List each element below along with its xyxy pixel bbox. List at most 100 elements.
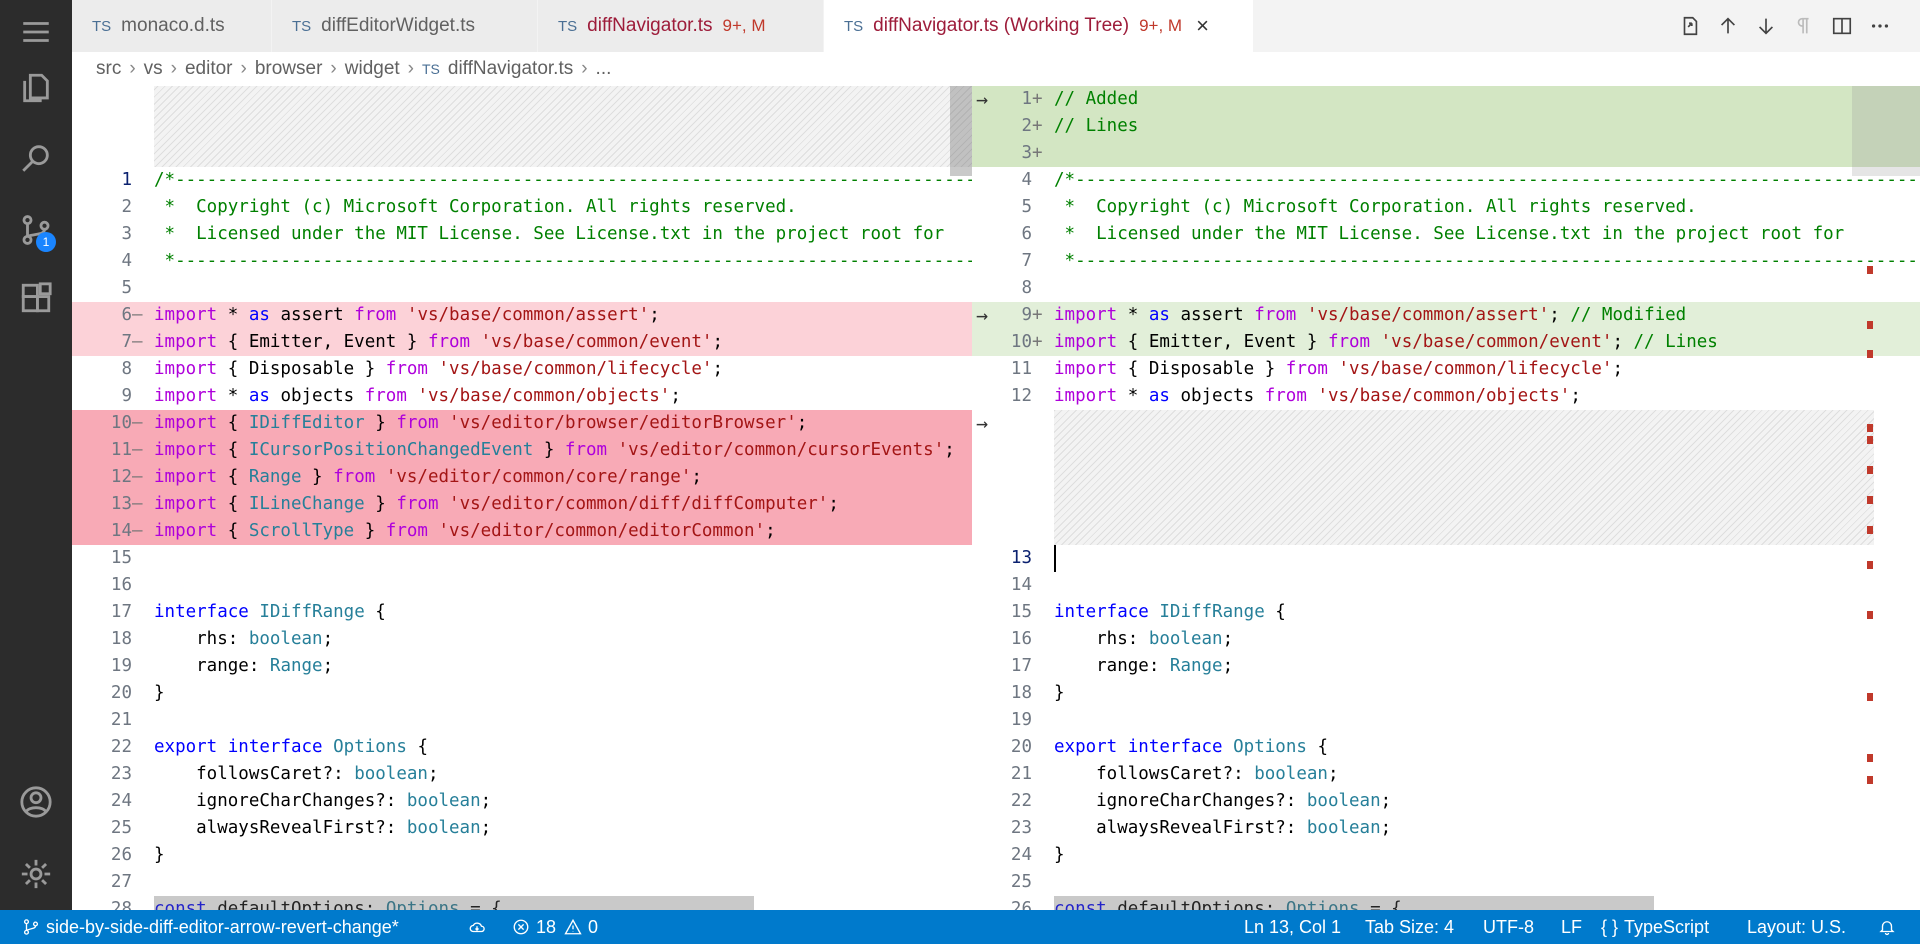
split-editor-icon[interactable] — [1826, 10, 1858, 42]
tab-monaco-d-ts[interactable]: TS monaco.d.ts — [72, 0, 272, 52]
search-icon[interactable] — [0, 126, 72, 190]
pilcrow-icon[interactable] — [1788, 10, 1820, 42]
code-line[interactable]: 13 — [972, 545, 1920, 572]
code-line[interactable]: 18 rhs: boolean; — [72, 626, 972, 653]
tab-diff-navigator[interactable]: TS diffNavigator.ts 9+, M — [538, 0, 824, 52]
close-icon[interactable]: × — [1196, 13, 1209, 39]
code-line[interactable]: 24} — [972, 842, 1920, 869]
original-editor-pane[interactable]: 1 /*-------------------------------------… — [72, 86, 972, 910]
code-line[interactable]: 22 ignoreCharChanges?: boolean; — [972, 788, 1920, 815]
code-line[interactable]: 19 — [972, 707, 1920, 734]
tab-diff-navigator-working-tree[interactable]: TS diffNavigator.ts (Working Tree) 9+, M… — [824, 0, 1254, 52]
code-line[interactable]: 13— import { ILineChange } from 'vs/edito… — [72, 491, 972, 518]
tab-size[interactable]: Tab Size: 4 — [1365, 910, 1454, 944]
revert-change-arrow-icon[interactable]: → — [976, 302, 1002, 329]
keyboard-layout[interactable]: Layout: U.S. — [1747, 910, 1846, 944]
code-line[interactable]: 17 interface IDiffRange { — [72, 599, 972, 626]
modified-editor-pane[interactable]: 1 +// Added 2 +// Lines 3 +4/*---------------… — [972, 86, 1920, 910]
code-line[interactable]: 12— import { Range } from 'vs/editor/comm… — [72, 464, 972, 491]
code-line[interactable]: 20} — [72, 680, 972, 707]
code-line[interactable]: 2 * Copyright (c) Microsoft Corporation.… — [72, 194, 972, 221]
explorer-icon[interactable] — [0, 56, 72, 120]
code-line[interactable]: 1 +// Added — [972, 86, 1920, 113]
code-text: followsCaret?: boolean; — [154, 764, 439, 784]
code-line[interactable]: 25 alwaysRevealFirst?: boolean; — [72, 815, 972, 842]
code-line[interactable]: 6 * Licensed under the MIT License. See … — [972, 221, 1920, 248]
vertical-scrollbar-thumb[interactable] — [1852, 86, 1920, 176]
code-line[interactable]: 20 export interface Options { — [972, 734, 1920, 761]
code-line[interactable]: 4 /*-------------------------------------… — [972, 167, 1920, 194]
menu-icon[interactable] — [0, 0, 72, 64]
vertical-scrollbar-thumb[interactable] — [950, 86, 972, 176]
breadcrumb-item[interactable]: diffNavigator.ts — [448, 58, 573, 80]
code-line[interactable]: 3 * Licensed under the MIT License. See … — [72, 221, 972, 248]
language-mode[interactable]: { } TypeScript — [1601, 910, 1709, 944]
code-line[interactable]: 14 — [972, 572, 1920, 599]
code-line[interactable]: 11 import { Disposable } from 'vs/base/co… — [972, 356, 1920, 383]
code-line[interactable]: 15 interface IDiffRange { — [972, 599, 1920, 626]
revert-change-arrow-icon[interactable]: → — [976, 410, 1002, 437]
problems-status-item[interactable]: 18 0 — [512, 910, 598, 944]
breadcrumb-item[interactable]: ... — [596, 58, 612, 80]
code-line[interactable]: 7 *-------------------------------------… — [972, 248, 1920, 275]
breadcrumb-item[interactable]: src — [96, 58, 121, 80]
source-control-icon[interactable]: 1 — [0, 198, 72, 262]
code-line[interactable]: 17 range: Range; — [972, 653, 1920, 680]
tab-diff-editor-widget[interactable]: TS diffEditorWidget.ts — [272, 0, 538, 52]
code-line[interactable]: 10— import { IDiffEditor } from 'vs/edito… — [72, 410, 972, 437]
encoding[interactable]: UTF-8 — [1483, 910, 1534, 944]
end-of-line[interactable]: LF — [1561, 910, 1582, 944]
code-line[interactable]: 16 rhs: boolean; — [972, 626, 1920, 653]
extensions-icon[interactable] — [0, 266, 72, 330]
line-number: 15 — [1010, 602, 1032, 622]
breadcrumb-item[interactable]: vs — [144, 58, 163, 80]
breadcrumb-item[interactable]: browser — [255, 58, 323, 80]
code-line[interactable]: 25 — [972, 869, 1920, 896]
account-icon[interactable] — [0, 770, 72, 834]
next-change-icon[interactable] — [1750, 10, 1782, 42]
code-line[interactable]: 5 * Copyright (c) Microsoft Corporation.… — [972, 194, 1920, 221]
code-line[interactable]: 16 — [72, 572, 972, 599]
code-line[interactable]: 14— import { ScrollType } from 'vs/editor… — [72, 518, 972, 545]
code-line[interactable]: 9 + import * as assert from 'vs/base/commo… — [972, 302, 1920, 329]
cursor-position[interactable]: Ln 13, Col 1 — [1244, 910, 1341, 944]
code-line[interactable]: 8 — [972, 275, 1920, 302]
horizontal-scrollbar-thumb[interactable] — [1054, 896, 1654, 910]
more-actions-icon[interactable] — [1864, 10, 1896, 42]
code-line[interactable]: 5 — [72, 275, 972, 302]
code-line[interactable]: 27 — [72, 869, 972, 896]
branch-status-item[interactable]: side-by-side-diff-editor-arrow-revert-ch… — [22, 910, 399, 944]
code-line[interactable]: 21 — [72, 707, 972, 734]
code-line[interactable]: 21 followsCaret?: boolean; — [972, 761, 1920, 788]
open-file-icon[interactable] — [1674, 10, 1706, 42]
previous-change-icon[interactable] — [1712, 10, 1744, 42]
code-line[interactable]: 18} — [972, 680, 1920, 707]
code-text: import { ILineChange } from 'vs/editor/c… — [154, 494, 839, 514]
horizontal-scrollbar-thumb[interactable] — [154, 896, 754, 910]
notifications-bell-icon[interactable] — [1878, 910, 1902, 944]
code-line[interactable]: 6— import * as assert from 'vs/base/commo… — [72, 302, 972, 329]
code-line[interactable]: 19 range: Range; — [72, 653, 972, 680]
breadcrumb-item[interactable]: widget — [345, 58, 400, 80]
code-line[interactable]: 15 — [72, 545, 972, 572]
code-line[interactable]: 1 /*-------------------------------------… — [72, 167, 972, 194]
code-line[interactable]: 23 followsCaret?: boolean; — [72, 761, 972, 788]
code-line[interactable]: 11— import { ICursorPositionChangedEvent … — [72, 437, 972, 464]
code-line[interactable]: 9 import * as objects from 'vs/base/commo… — [72, 383, 972, 410]
code-line[interactable]: 8 import { Disposable } from 'vs/base/com… — [72, 356, 972, 383]
code-line[interactable]: 22 export interface Options { — [72, 734, 972, 761]
code-line[interactable]: 2 + // Lines — [972, 113, 1920, 140]
breadcrumb-item[interactable]: editor — [185, 58, 233, 80]
code-line[interactable]: 10 + import { Emitter, Event } from 'vs/ba… — [972, 329, 1920, 356]
code-line[interactable]: 12 import * as objects from 'vs/base/comm… — [972, 383, 1920, 410]
code-line[interactable]: 4 *-------------------------------------… — [72, 248, 972, 275]
code-line[interactable]: 23 alwaysRevealFirst?: boolean; — [972, 815, 1920, 842]
revert-change-arrow-icon[interactable]: → — [976, 86, 1002, 113]
sync-status-item[interactable] — [468, 910, 492, 944]
code-line[interactable]: 3 + — [972, 140, 1920, 167]
code-line[interactable]: 7— import { Emitter, Event } from 'vs/bas… — [72, 329, 972, 356]
overview-ruler-change-marker — [1867, 526, 1873, 534]
code-line[interactable]: 24 ignoreCharChanges?: boolean; — [72, 788, 972, 815]
code-line[interactable]: 26} — [72, 842, 972, 869]
settings-gear-icon[interactable] — [0, 842, 72, 906]
